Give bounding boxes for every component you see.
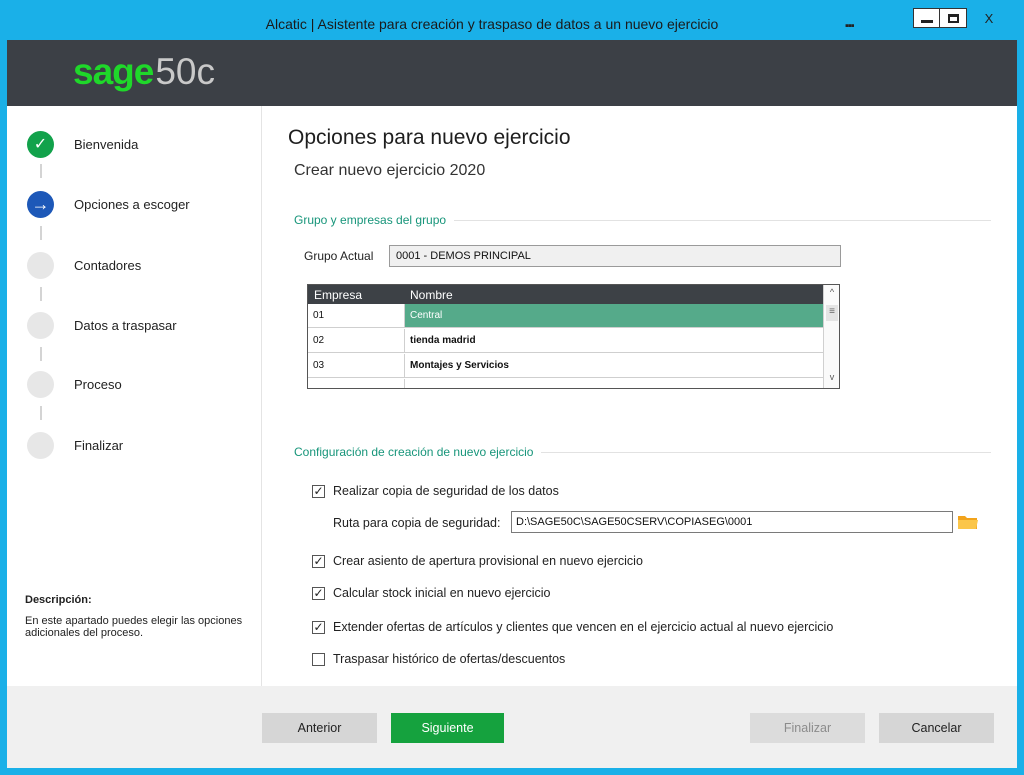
minimize-button[interactable] <box>913 8 940 28</box>
grid-scrollbar[interactable]: ^ ≡ v <box>823 285 839 388</box>
grid-header: Empresa Nombre <box>308 285 823 304</box>
grupo-actual-label: Grupo Actual <box>304 249 374 263</box>
step-datos[interactable]: Datos a traspasar <box>27 311 177 339</box>
step-label: Bienvenida <box>74 136 139 152</box>
step-bienvenida[interactable]: ✓ Bienvenida <box>27 130 138 158</box>
cell-empresa: 02 <box>308 329 405 352</box>
window-controls: X <box>913 8 1011 28</box>
step-connector <box>40 164 42 178</box>
checkbox-label: Calcular stock inicial en nuevo ejercici… <box>333 586 551 600</box>
checkbox-label: Crear asiento de apertura provisional en… <box>333 554 643 568</box>
cell-nombre: Central <box>405 304 823 327</box>
step-pending-icon <box>27 370 54 398</box>
ruta-copia-field[interactable]: D:\SAGE50C\SAGE50CSERV\COPIASEG\0001 <box>511 511 953 533</box>
step-connector <box>40 287 42 301</box>
checkbox-label: Extender ofertas de artículos y clientes… <box>333 620 834 634</box>
anterior-button[interactable]: Anterior <box>262 713 377 743</box>
steps-sidebar: ✓ Bienvenida → Opciones a escoger Contad… <box>7 106 262 686</box>
checkbox-label: Traspasar histórico de ofertas/descuento… <box>333 652 566 666</box>
config-section-header: Configuración de creación de nuevo ejerc… <box>294 444 991 460</box>
ruta-label: Ruta para copia de seguridad: <box>333 516 501 530</box>
arrow-right-icon: → <box>27 190 54 218</box>
cell-nombre: tienda madrid <box>410 335 476 346</box>
app-header: sage50c <box>7 40 1017 106</box>
sage-logo: sage50c <box>73 50 215 94</box>
cell-empresa <box>308 379 405 388</box>
checkbox-label: Realizar copia de seguridad de los datos <box>333 484 559 498</box>
logo-suffix: 50c <box>155 51 215 92</box>
browse-folder-button[interactable] <box>957 512 979 532</box>
step-label: Finalizar <box>74 437 124 453</box>
step-connector <box>40 406 42 420</box>
table-row[interactable]: 01 Central <box>308 304 823 328</box>
grupo-actual-field[interactable]: 0001 - DEMOS PRINCIPAL <box>389 245 841 267</box>
column-header-empresa[interactable]: Empresa <box>314 288 362 302</box>
cell-empresa: 01 <box>308 304 405 327</box>
table-row[interactable] <box>308 379 823 388</box>
checkbox-icon[interactable]: ✓ <box>312 620 325 634</box>
finalizar-button[interactable]: Finalizar <box>750 713 865 743</box>
logo-brand: sage <box>73 51 154 92</box>
description-title: Descripción: <box>25 594 92 606</box>
title-bar[interactable]: Alcatic | Asistente para creación y tras… <box>7 0 1017 40</box>
step-opciones[interactable]: → Opciones a escoger <box>27 190 190 218</box>
check-icon: ✓ <box>27 130 54 158</box>
checkbox-icon[interactable] <box>312 652 325 666</box>
checkbox-icon[interactable]: ✓ <box>312 484 325 498</box>
cell-empresa: 03 <box>308 354 405 377</box>
step-label: Contadores <box>74 257 142 273</box>
cell-nombre <box>405 379 823 388</box>
checkbox-historico-ofertas[interactable]: Traspasar histórico de ofertas/descuento… <box>312 651 565 667</box>
step-pending-icon <box>27 251 54 279</box>
close-button[interactable]: X <box>967 8 1011 28</box>
checkbox-icon[interactable]: ✓ <box>312 554 325 568</box>
table-row[interactable]: 02 tienda madrid <box>308 329 823 353</box>
step-pending-icon <box>27 311 54 339</box>
main-panel: Opciones para nuevo ejercicio Crear nuev… <box>263 106 1017 686</box>
checkbox-asiento-apertura[interactable]: ✓ Crear asiento de apertura provisional … <box>312 553 643 569</box>
scroll-up-icon[interactable]: ^ <box>824 287 839 301</box>
cancelar-button[interactable]: Cancelar <box>879 713 994 743</box>
config-section-title: Configuración de creación de nuevo ejerc… <box>294 445 534 459</box>
step-pending-icon <box>27 431 54 459</box>
step-label: Datos a traspasar <box>74 317 177 333</box>
step-connector <box>40 226 42 240</box>
section-divider <box>541 451 991 453</box>
step-proceso[interactable]: Proceso <box>27 370 122 398</box>
column-header-nombre[interactable]: Nombre <box>410 288 453 302</box>
step-label: Opciones a escoger <box>74 196 190 212</box>
page-subtitle: Crear nuevo ejercicio 2020 <box>294 162 486 179</box>
more-icon[interactable]: ▪▪▪ <box>845 20 855 32</box>
folder-icon <box>958 516 978 529</box>
footer-bar: Anterior Siguiente Finalizar Cancelar <box>7 686 1017 768</box>
group-section-title: Grupo y empresas del grupo <box>294 213 447 227</box>
step-contadores[interactable]: Contadores <box>27 251 141 279</box>
table-row[interactable]: 03 Montajes y Servicios <box>308 354 823 378</box>
description-text: En este apartado puedes elegir las opcio… <box>25 615 243 639</box>
siguiente-button[interactable]: Siguiente <box>391 713 504 743</box>
minimize-icon <box>920 19 933 23</box>
maximize-button[interactable] <box>940 8 967 28</box>
empresas-grid[interactable]: Empresa Nombre 01 Central 02 tienda madr… <box>307 284 840 389</box>
checkbox-copia-seguridad[interactable]: ✓ Realizar copia de seguridad de los dat… <box>312 483 559 499</box>
scroll-thumb[interactable]: ≡ <box>826 305 838 321</box>
maximize-icon <box>947 13 959 23</box>
page-title: Opciones para nuevo ejercicio <box>288 126 571 149</box>
step-connector <box>40 347 42 361</box>
step-finalizar[interactable]: Finalizar <box>27 431 123 459</box>
window-title: Alcatic | Asistente para creación y tras… <box>265 16 719 32</box>
cell-nombre: Montajes y Servicios <box>410 360 509 371</box>
checkbox-extender-ofertas[interactable]: ✓ Extender ofertas de artículos y client… <box>312 619 833 635</box>
step-label: Proceso <box>74 376 122 392</box>
checkbox-icon[interactable]: ✓ <box>312 586 325 600</box>
group-section-header: Grupo y empresas del grupo <box>294 212 991 228</box>
section-divider <box>454 219 991 221</box>
scroll-down-icon[interactable]: v <box>824 372 839 386</box>
close-icon: X <box>984 10 994 26</box>
wizard-window: Alcatic | Asistente para creación y tras… <box>0 0 1024 775</box>
checkbox-stock-inicial[interactable]: ✓ Calcular stock inicial en nuevo ejerci… <box>312 585 550 601</box>
